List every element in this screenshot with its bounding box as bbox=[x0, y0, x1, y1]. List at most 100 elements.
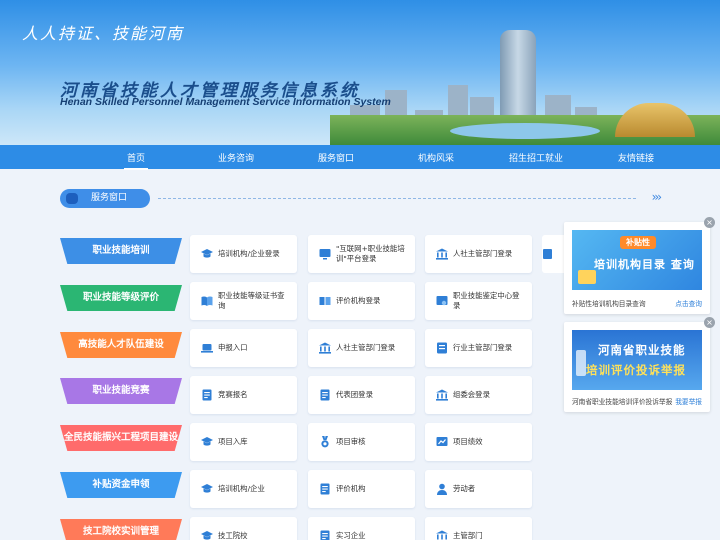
category-skill-level-evaluation[interactable]: 职业技能等级评价 bbox=[60, 285, 182, 311]
certificate-icon bbox=[435, 294, 449, 308]
system-title-english: Henan Skilled Personnel Management Servi… bbox=[60, 96, 391, 108]
category-vocational-training[interactable]: 职业技能培训 bbox=[60, 238, 182, 264]
document-icon bbox=[200, 388, 214, 402]
service-card[interactable]: 竞赛报名 bbox=[190, 376, 297, 414]
category-subsidy-application[interactable]: 补贴资金申领 bbox=[60, 472, 182, 498]
service-card[interactable]: 评价机构 bbox=[308, 470, 415, 508]
nav-institutions[interactable]: 机构风采 bbox=[386, 151, 486, 164]
nav-home[interactable]: 首页 bbox=[86, 151, 186, 170]
ad-caption: 河南省职业技能培训评价投诉举报 bbox=[572, 398, 673, 406]
service-card[interactable]: 人社主管部门登录 bbox=[425, 235, 532, 273]
section-divider bbox=[158, 198, 636, 199]
category-technical-school-training[interactable]: 技工院校实训管理 bbox=[60, 519, 182, 540]
ad-complaint-report[interactable]: × 河南省职业技能 培训评价投诉举报 河南省职业技能培训评价投诉举报 我要举报 bbox=[564, 317, 715, 412]
section-bubble-icon bbox=[66, 193, 78, 204]
service-card[interactable]: 主管部门 bbox=[425, 517, 532, 540]
document-icon bbox=[318, 388, 332, 402]
graduation-cap-icon bbox=[200, 482, 214, 496]
ad-title: 培训机构目录 查询 bbox=[594, 258, 695, 271]
service-card[interactable]: 实习企业 bbox=[308, 517, 415, 540]
service-card-label: 职业技能等级证书查询 bbox=[218, 291, 285, 310]
service-card-label: 代表团登录 bbox=[336, 390, 373, 399]
section-title-pill: 服务窗口 bbox=[60, 189, 150, 208]
person-icon bbox=[435, 482, 449, 496]
service-card-label: 主管部门 bbox=[453, 531, 483, 540]
category-high-skill-talent[interactable]: 高技能人才队伍建设 bbox=[60, 332, 182, 358]
main-nav: 首页 业务咨询 服务窗口 机构风采 招生招工就业 友情链接 bbox=[0, 145, 720, 170]
chart-icon bbox=[435, 435, 449, 449]
graduation-cap-icon bbox=[200, 529, 214, 540]
folder-icon bbox=[578, 270, 596, 284]
document-icon bbox=[318, 482, 332, 496]
ad-title-line1: 河南省职业技能 bbox=[598, 343, 686, 357]
category-skill-revitalization-project[interactable]: 全民技能振兴工程项目建设 bbox=[60, 425, 182, 451]
service-card-label: 组委会登录 bbox=[453, 390, 490, 399]
service-card[interactable]: 项目入库 bbox=[190, 423, 297, 461]
service-card-label: 培训机构/企业登录 bbox=[218, 249, 280, 258]
service-card[interactable]: 评价机构登录 bbox=[308, 282, 415, 320]
service-card-label: 竞赛报名 bbox=[218, 390, 248, 399]
government-building-icon bbox=[435, 529, 449, 540]
service-card-label: 实习企业 bbox=[336, 531, 366, 540]
city-skyline-image bbox=[330, 30, 720, 145]
service-card[interactable]: 项目审核 bbox=[308, 423, 415, 461]
open-book-icon bbox=[318, 294, 332, 308]
service-card[interactable]: "互联网+职业技能培训"平台登录 bbox=[308, 235, 415, 273]
megaphone-icon bbox=[576, 350, 586, 376]
service-card-label: 职业技能鉴定中心登录 bbox=[453, 291, 520, 310]
ad-image: 河南省职业技能 培训评价投诉举报 bbox=[572, 330, 702, 390]
service-card-label: 人社主管部门登录 bbox=[336, 343, 396, 352]
medal-icon bbox=[318, 435, 332, 449]
laptop-icon bbox=[200, 341, 214, 355]
banner-slogan: 人人持证、技能河南 bbox=[22, 24, 185, 43]
government-building-icon bbox=[435, 247, 449, 261]
service-card-label: "互联网+职业技能培训"平台登录 bbox=[336, 244, 405, 263]
service-card-label: 项目审核 bbox=[336, 437, 366, 446]
partial-card[interactable] bbox=[542, 235, 566, 273]
nav-service-window[interactable]: 服务窗口 bbox=[286, 151, 386, 164]
service-card[interactable]: 申报入口 bbox=[190, 329, 297, 367]
service-card[interactable]: 代表团登录 bbox=[308, 376, 415, 414]
service-card[interactable]: 项目绩效 bbox=[425, 423, 532, 461]
ad-report-link[interactable]: 我要举报 bbox=[675, 396, 702, 406]
service-card-label: 行业主管部门登录 bbox=[453, 343, 513, 352]
service-card-label: 劳动者 bbox=[453, 484, 476, 493]
service-card[interactable]: 职业技能等级证书查询 bbox=[190, 282, 297, 320]
section-title: 服务窗口 bbox=[91, 193, 128, 203]
close-icon[interactable]: × bbox=[704, 217, 715, 228]
service-card[interactable]: 行业主管部门登录 bbox=[425, 329, 532, 367]
service-card-label: 培训机构/企业 bbox=[218, 484, 265, 493]
service-card[interactable]: 人社主管部门登录 bbox=[308, 329, 415, 367]
service-card[interactable]: 组委会登录 bbox=[425, 376, 532, 414]
document-icon bbox=[318, 529, 332, 540]
service-card[interactable]: 劳动者 bbox=[425, 470, 532, 508]
service-card[interactable]: 技工院校 bbox=[190, 517, 297, 540]
ad-query-link[interactable]: 点击查询 bbox=[675, 298, 702, 308]
document-icon bbox=[543, 249, 552, 259]
ad-badge: 补贴性 bbox=[620, 236, 656, 249]
service-card-label: 项目绩效 bbox=[453, 437, 483, 446]
nav-business-consulting[interactable]: 业务咨询 bbox=[186, 151, 286, 164]
header-banner: 人人持证、技能河南 河南省技能人才管理服务信息系统 Henan Skilled … bbox=[0, 0, 720, 145]
service-card[interactable]: 培训机构/企业 bbox=[190, 470, 297, 508]
category-skill-competition[interactable]: 职业技能竞赛 bbox=[60, 378, 182, 404]
service-card-label: 项目入库 bbox=[218, 437, 248, 446]
service-card[interactable]: 培训机构/企业登录 bbox=[190, 235, 297, 273]
ad-caption: 补贴性培训机构目录查询 bbox=[572, 300, 646, 308]
service-card-label: 评价机构 bbox=[336, 484, 366, 493]
ad-title-line2: 培训评价投诉举报 bbox=[586, 363, 686, 377]
nav-friendly-links[interactable]: 友情链接 bbox=[586, 151, 686, 164]
book-icon bbox=[200, 294, 214, 308]
section-header: 服务窗口 ››› bbox=[60, 189, 663, 209]
id-card-icon bbox=[435, 341, 449, 355]
government-building-icon bbox=[435, 388, 449, 402]
close-icon[interactable]: × bbox=[704, 317, 715, 328]
nav-recruitment[interactable]: 招生招工就业 bbox=[486, 151, 586, 164]
service-card[interactable]: 职业技能鉴定中心登录 bbox=[425, 282, 532, 320]
government-building-icon bbox=[318, 341, 332, 355]
more-arrows-icon[interactable]: ››› bbox=[652, 190, 663, 204]
service-card-label: 人社主管部门登录 bbox=[453, 249, 513, 258]
service-card-label: 技工院校 bbox=[218, 531, 248, 540]
ad-subsidized-training-catalog[interactable]: × 补贴性 培训机构目录 查询 补贴性培训机构目录查询 点击查询 bbox=[564, 217, 715, 314]
monitor-icon bbox=[318, 247, 332, 261]
